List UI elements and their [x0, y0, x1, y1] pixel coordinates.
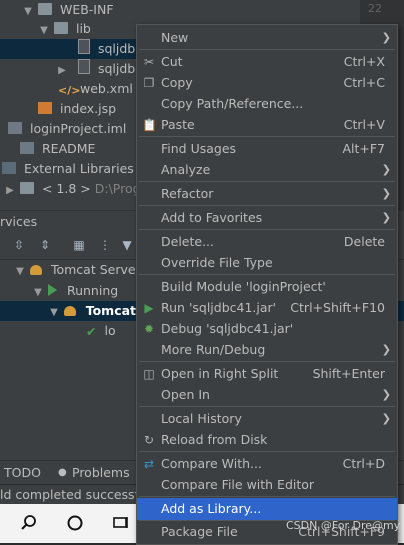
menu-item-open-in[interactable]: Open In ❯ — [137, 384, 397, 406]
menu-item-refactor[interactable]: Refactor ❯ — [137, 183, 397, 205]
paste-icon: 📋 — [142, 118, 157, 132]
collapse-all-icon[interactable]: ⇕ — [38, 238, 52, 252]
chevron-right-icon: ❯ — [381, 187, 391, 200]
chevron-right-icon[interactable]: ▶ — [56, 61, 68, 79]
chevron-right-icon: ❯ — [381, 343, 391, 356]
chevron-right-icon: ❯ — [381, 388, 391, 401]
line-number: 22 — [368, 2, 382, 15]
menu-separator — [139, 361, 395, 362]
menu-separator — [139, 274, 395, 275]
menu-item-override-file-type[interactable]: Override File Type — [137, 252, 397, 274]
menu-separator — [139, 496, 395, 497]
chevron-down-icon[interactable]: ▼ — [48, 303, 60, 321]
menu-item-delete[interactable]: Delete... Delete — [137, 231, 397, 253]
chevron-right-icon: ❯ — [381, 31, 391, 44]
watermark: CSDN @For Dre@my — [286, 519, 401, 532]
widgets-icon[interactable] — [112, 514, 130, 532]
menu-separator — [139, 406, 395, 407]
more-icon[interactable]: ⋮ — [98, 238, 112, 252]
menu-item-paste[interactable]: 📋 Paste Ctrl+V — [137, 114, 397, 136]
tree-item-web-inf[interactable]: ▼ WEB-INF — [0, 0, 360, 20]
menu-item-new[interactable]: New ❯ — [137, 27, 397, 49]
tomcat-icon — [64, 306, 77, 316]
menu-separator — [139, 49, 395, 50]
menu-item-cut[interactable]: ✂ Cut Ctrl+X — [137, 51, 397, 73]
menu-item-more-run-debug[interactable]: More Run/Debug ❯ — [137, 339, 397, 361]
chevron-down-icon[interactable]: ▼ — [14, 262, 26, 280]
jsp-file-icon — [38, 102, 52, 114]
chevron-down-icon[interactable]: ▼ — [38, 21, 50, 39]
tomcat-icon — [29, 265, 42, 275]
search-icon[interactable] — [20, 514, 38, 532]
expand-all-icon[interactable]: ⇳ — [12, 238, 26, 252]
check-icon: ✔ — [86, 324, 97, 339]
menu-item-find-usages[interactable]: Find Usages Alt+F7 — [137, 138, 397, 160]
chevron-right-icon: ❯ — [381, 211, 391, 224]
menu-item-compare-with[interactable]: ⇄ Compare With... Ctrl+D — [137, 453, 397, 475]
services-title: rvices — [0, 214, 38, 229]
chevron-down-icon[interactable]: ▼ — [22, 2, 34, 20]
status-text: ld completed successful — [0, 487, 151, 502]
folder-icon — [53, 22, 68, 34]
menu-item-open-in-right-split[interactable]: ◫ Open in Right Split Shift+Enter — [137, 363, 397, 385]
split-icon: ◫ — [143, 367, 155, 381]
menu-item-add-to-favorites[interactable]: Add to Favorites ❯ — [137, 207, 397, 229]
tab-problems[interactable]: Problems — [72, 461, 130, 485]
jar-icon — [78, 39, 90, 54]
menu-separator — [139, 181, 395, 182]
cut-icon: ✂ — [143, 55, 155, 69]
debug-icon: ✹ — [143, 322, 155, 336]
menu-separator — [139, 451, 395, 452]
menu-item-reload-from-disk[interactable]: ↻ Reload from Disk — [137, 429, 397, 451]
module-file-icon — [8, 122, 22, 134]
menu-item-copy[interactable]: ❐ Copy Ctrl+C — [137, 72, 397, 94]
reload-icon: ↻ — [143, 433, 155, 447]
group-icon[interactable]: ▦ — [72, 238, 86, 252]
folder-icon — [37, 3, 52, 15]
tab-todo[interactable]: TODO — [4, 461, 41, 485]
menu-item-add-as-library[interactable]: Add as Library... — [137, 498, 397, 520]
menu-item-copy-path[interactable]: Copy Path/Reference... — [137, 93, 397, 115]
run-icon — [47, 284, 57, 296]
problems-icon: ● — [58, 467, 67, 478]
menu-item-run[interactable]: ▶ Run 'sqljdbc41.jar' Ctrl+Shift+F10 — [137, 297, 397, 319]
run-icon: ▶ — [144, 301, 154, 315]
copy-icon: ❐ — [143, 76, 155, 90]
jar-icon — [77, 59, 90, 74]
compare-icon: ⇄ — [143, 457, 155, 471]
library-icon — [2, 162, 16, 174]
menu-item-build-module[interactable]: Build Module 'loginProject' — [137, 276, 397, 298]
menu-item-analyze[interactable]: Analyze ❯ — [137, 159, 397, 181]
filter-icon[interactable]: ▼ — [120, 238, 134, 252]
menu-separator — [139, 229, 395, 230]
menu-item-compare-file-with-editor[interactable]: Compare File with Editor — [137, 474, 397, 496]
menu-separator — [139, 205, 395, 206]
xml-file-icon: </> — [58, 84, 81, 97]
chevron-right-icon[interactable]: ▶ — [4, 181, 16, 199]
text-file-icon — [20, 142, 34, 154]
task-view-icon[interactable] — [66, 514, 84, 532]
chevron-right-icon: ❯ — [381, 163, 391, 176]
menu-item-local-history[interactable]: Local History ❯ — [137, 408, 397, 430]
chevron-right-icon: ❯ — [381, 412, 391, 425]
menu-separator — [139, 136, 395, 137]
chevron-down-icon[interactable]: ▼ — [32, 283, 44, 301]
context-menu: New ❯ ✂ Cut Ctrl+X ❐ Copy Ctrl+C Copy Pa… — [136, 24, 398, 545]
menu-item-debug[interactable]: ✹ Debug 'sqljdbc41.jar' — [137, 318, 397, 340]
folder-icon — [19, 182, 34, 194]
